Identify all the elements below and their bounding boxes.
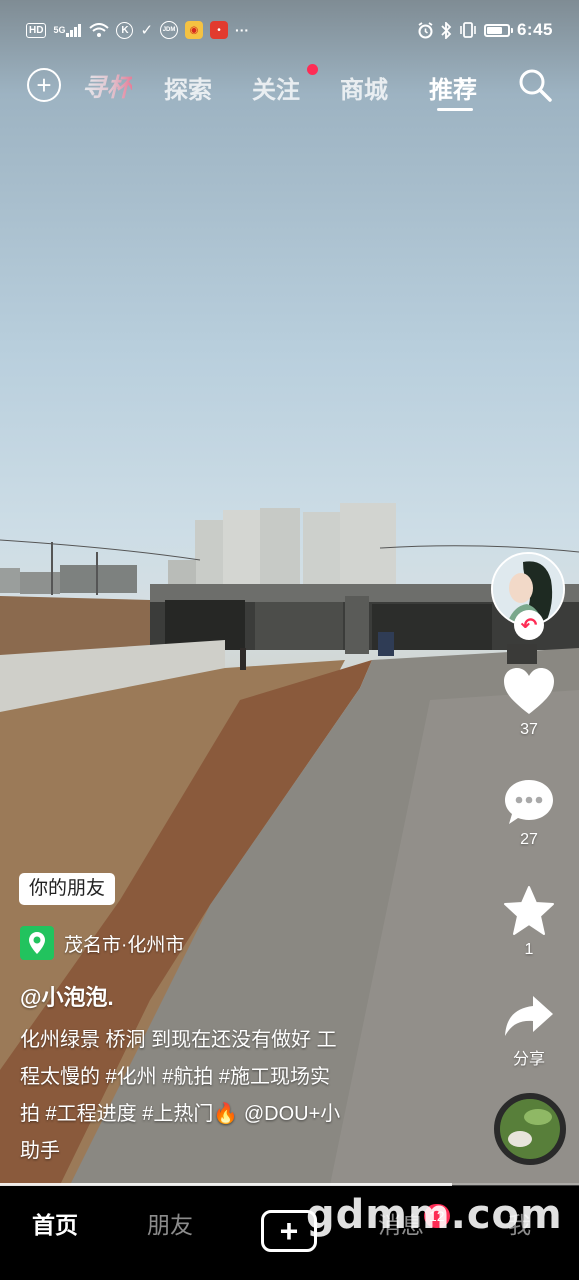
nav-friends[interactable]: 朋友 (147, 1206, 193, 1240)
network-type-label: 5G (53, 25, 66, 35)
bluetooth-icon (441, 21, 452, 39)
share-arrow-icon (505, 996, 553, 1036)
caption-line: 程太慢的 #化州 #航拍 #施工现场实 (20, 1066, 331, 1088)
caption-line: 化州绿景 桥洞 到现在还没有做好 工 (20, 1029, 337, 1051)
alarm-icon (417, 21, 434, 39)
app-check-icon: ✓ (140, 22, 154, 39)
weibo-icon: ◉ (185, 21, 204, 39)
signal-5g-icon: 5G (53, 23, 82, 37)
star-icon (504, 886, 554, 935)
comment-icon (505, 780, 553, 824)
music-cover-image (500, 1099, 560, 1159)
tab-mall[interactable]: 商城 (340, 70, 388, 105)
add-live-button[interactable]: + (27, 68, 61, 102)
like-count: 37 (520, 721, 538, 738)
status-time: 6:45 (516, 20, 553, 39)
heart-icon (504, 668, 554, 714)
wifi-icon (89, 22, 110, 38)
vibrate-icon (459, 22, 477, 38)
nav-home[interactable]: 首页 (32, 1206, 78, 1240)
following-notification-dot (307, 64, 318, 75)
status-bar-left: HD 5G K ✓ JDM ◉ • ··· (26, 21, 249, 39)
status-bar-right: 6:45 (417, 20, 553, 40)
favorite-button[interactable]: 1 (489, 886, 569, 959)
app-jdm-icon: JDM (160, 21, 179, 39)
music-disc[interactable] (494, 1093, 566, 1165)
app-k-icon: K (116, 21, 134, 39)
search-icon (519, 69, 552, 102)
status-bar: HD 5G K ✓ JDM ◉ • ··· 6:45 (0, 0, 579, 60)
tab-following[interactable]: 关注 (252, 70, 300, 105)
comment-count: 27 (520, 831, 538, 848)
favorite-count: 1 (524, 941, 534, 958)
author-name[interactable]: @小泡泡. (20, 980, 114, 1012)
follow-back-button[interactable]: ↶ (514, 610, 544, 640)
caption-line: 助手 (20, 1140, 60, 1162)
tab-recommended[interactable]: 推荐 (429, 70, 477, 105)
like-button[interactable]: 37 (489, 668, 569, 739)
share-button[interactable]: 分享 (489, 994, 569, 1069)
location-label: 茂名市·化州市 (64, 934, 185, 956)
caption-line: 拍 #工程进度 #上热门🔥 @DOU+小 (20, 1103, 341, 1125)
active-tab-indicator (437, 108, 473, 111)
share-label: 分享 (512, 1051, 545, 1068)
follow-back-icon: ↶ (520, 614, 538, 637)
site-watermark: gdmm.com (306, 1192, 563, 1238)
battery-level-fill (486, 26, 502, 34)
post-caption: 化州绿景 桥洞 到现在还没有做好 工 程太慢的 #化州 #航拍 #施工现场实 拍… (20, 1022, 410, 1170)
comment-button[interactable]: 27 (489, 778, 569, 849)
your-friend-tag: 你的朋友 (19, 873, 116, 905)
tab-explore[interactable]: 探索 (164, 70, 212, 105)
plus-icon: + (36, 70, 52, 100)
more-dots-icon: ··· (235, 22, 250, 38)
cup-event-logo[interactable]: 寻杯 (82, 68, 132, 104)
top-navigation: + 寻杯 探索 关注 商城 推荐 (0, 60, 579, 116)
battery-icon (483, 23, 513, 37)
location-pin-icon (20, 926, 54, 960)
location-link[interactable]: 茂名市·化州市 (20, 926, 184, 960)
plus-icon: + (279, 1213, 299, 1249)
jdm-label: JDM (162, 27, 176, 33)
hd-icon: HD (26, 22, 47, 38)
search-button[interactable] (516, 66, 554, 104)
app-red-icon: • (210, 21, 229, 39)
